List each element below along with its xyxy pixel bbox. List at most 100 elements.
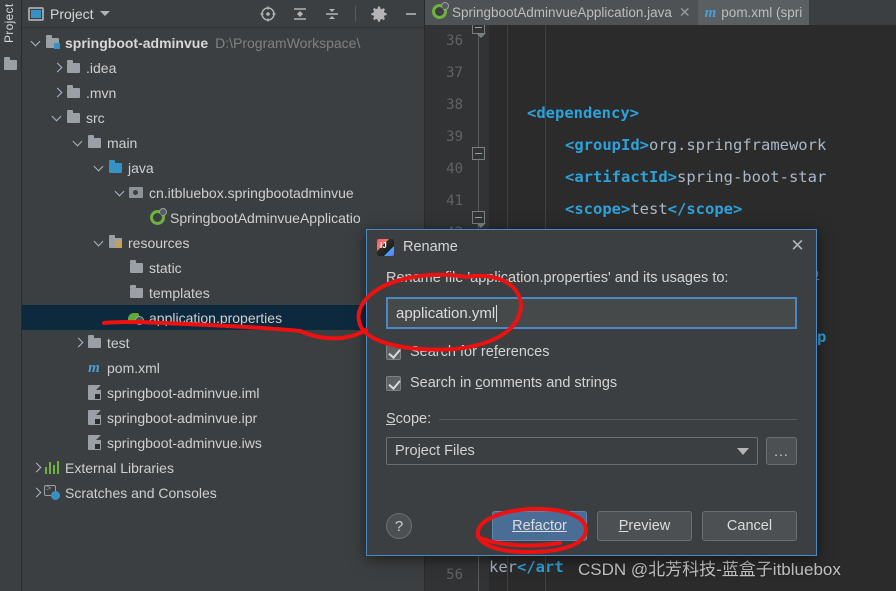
- collapse-all-icon[interactable]: [323, 5, 341, 23]
- chevron-right-icon[interactable]: [30, 461, 44, 475]
- chevron-down-icon[interactable]: [99, 11, 110, 16]
- cancel-button[interactable]: Cancel: [702, 511, 797, 541]
- chevron-right-icon[interactable]: [51, 86, 65, 100]
- tree-node-templates[interactable]: templates: [22, 280, 424, 305]
- checkbox-icon[interactable]: [386, 375, 401, 391]
- rename-prompt: Rename file 'application.properties' and…: [386, 270, 729, 286]
- chevron-down-icon[interactable]: [737, 447, 749, 455]
- libraries-icon: [44, 460, 60, 476]
- minimize-icon[interactable]: [402, 5, 420, 23]
- rename-input[interactable]: application.yml: [386, 297, 797, 329]
- tree-node-mvn[interactable]: .mvn: [22, 80, 424, 105]
- gutter-line-number: 38: [446, 97, 463, 113]
- help-button[interactable]: ?: [386, 513, 412, 539]
- folder-icon: [65, 84, 81, 101]
- chevron-right-icon[interactable]: [72, 336, 86, 350]
- dialog-body: Rename file 'application.properties' and…: [367, 270, 816, 465]
- scope-browse-button[interactable]: ...: [766, 437, 797, 465]
- tree-node-scratches-and-consoles[interactable]: Scratches and Consoles: [22, 480, 424, 505]
- project-tree[interactable]: springboot-adminvue D:\ProgramWorkspace\.…: [22, 28, 424, 591]
- dialog-title: Rename: [403, 239, 458, 255]
- tree-node-src[interactable]: src: [22, 105, 424, 130]
- project-panel-toolbar: [259, 0, 420, 28]
- tree-node-springboot-adminvue-ipr[interactable]: springboot-adminvue.ipr: [22, 405, 424, 430]
- tree-node-main[interactable]: main: [22, 130, 424, 155]
- dialog-footer: ? Refactor Preview Cancel: [386, 511, 797, 541]
- tree-node-label: main: [107, 134, 138, 151]
- tree-node-label: application.properties: [149, 309, 283, 326]
- code-token: <scope>: [565, 200, 631, 218]
- checkbox-search-for-references[interactable]: Search for references: [386, 344, 797, 360]
- checkbox-icon[interactable]: [386, 344, 401, 360]
- tree-node-label: External Libraries: [65, 459, 174, 476]
- code-token: org.springframework: [649, 136, 827, 154]
- checkbox-search-in-comments-and-strings[interactable]: Search in comments and strings: [386, 375, 797, 391]
- tree-node-path: D:\ProgramWorkspace\: [215, 34, 361, 51]
- tree-node-cn-itbluebox-springbootadminvue[interactable]: cn.itbluebox.springbootadminvue: [22, 180, 424, 205]
- tree-node-springboot-adminvue-iml[interactable]: springboot-adminvue.iml: [22, 380, 424, 405]
- folder-icon: [86, 334, 102, 351]
- resources-folder-icon: [107, 234, 123, 251]
- code-token: <artifactId>: [565, 168, 677, 186]
- project-tool-window: Project springboot-adminvue D:\ProgramWo…: [22, 0, 425, 591]
- editor-tab-springboot-adminvue-application[interactable]: SpringbootAdminvueApplication.java ✕: [425, 0, 698, 25]
- tree-node-java[interactable]: java: [22, 155, 424, 180]
- tree-node-label: .mvn: [86, 84, 117, 101]
- fold-marker[interactable]: [472, 147, 485, 160]
- tree-node-resources[interactable]: resources: [22, 230, 424, 255]
- expand-all-icon[interactable]: [291, 5, 309, 23]
- tree-node-test[interactable]: test: [22, 330, 424, 355]
- locate-icon[interactable]: [259, 5, 277, 23]
- code-line: <version>2.3.30</version>: [489, 583, 896, 591]
- fold-marker[interactable]: [472, 25, 486, 38]
- intellij-idea-icon: [377, 238, 394, 256]
- chevron-right-icon[interactable]: [30, 486, 44, 500]
- folder-icon[interactable]: [4, 57, 17, 73]
- close-icon[interactable]: ✕: [789, 237, 806, 255]
- tool-window-button-project[interactable]: Project: [2, 4, 20, 56]
- tree-node-pom-xml[interactable]: m pom.xml: [22, 355, 424, 380]
- gear-icon[interactable]: [370, 5, 388, 23]
- spring-class-icon: [149, 208, 167, 226]
- tree-node-external-libraries[interactable]: External Libraries: [22, 455, 424, 480]
- rename-dialog[interactable]: Rename ✕ Rename file 'application.proper…: [366, 229, 817, 556]
- editor-tab-label: SpringbootAdminvueApplication.java: [452, 5, 672, 20]
- chevron-down-icon[interactable]: [93, 236, 107, 250]
- gutter-line-number: 41: [446, 193, 463, 209]
- tree-node-springbootadminvueapplicatio[interactable]: SpringbootAdminvueApplicatio: [22, 205, 424, 230]
- chevron-down-icon[interactable]: [72, 136, 86, 150]
- chevron-down-icon[interactable]: [51, 111, 65, 125]
- editor-tab-pom-xml[interactable]: m pom.xml (spri: [697, 0, 810, 25]
- tree-node-label: SpringbootAdminvueApplicatio: [170, 209, 361, 226]
- tree-node-label: templates: [149, 284, 210, 301]
- refactor-button[interactable]: Refactor: [492, 511, 587, 541]
- chevron-right-icon[interactable]: [51, 61, 65, 75]
- code-token: <dependency>: [527, 104, 639, 122]
- tree-node-application-properties[interactable]: application.properties: [22, 305, 424, 330]
- tree-node-label: resources: [128, 234, 190, 251]
- chevron-down-icon[interactable]: [114, 186, 128, 200]
- chevron-down-icon[interactable]: [30, 36, 44, 50]
- tree-node-idea[interactable]: .idea: [22, 55, 424, 80]
- tree-node-springboot-adminvue-iws[interactable]: springboot-adminvue.iws: [22, 430, 424, 455]
- scope-select[interactable]: Project Files: [386, 437, 758, 465]
- tree-node-label: cn.itbluebox.springbootadminvue: [149, 184, 354, 201]
- scratches-icon: [44, 483, 60, 501]
- scope-label: Scope:: [386, 411, 432, 427]
- project-panel-header: Project: [22, 0, 424, 28]
- fold-marker[interactable]: [472, 211, 486, 228]
- ide-window: Project Project springboot-adminvue D:\P…: [0, 0, 896, 591]
- code-line: <dependency>: [489, 97, 896, 129]
- tree-node-label: springboot-adminvue.ipr: [107, 409, 258, 426]
- close-icon[interactable]: ✕: [679, 4, 691, 21]
- iml-file-icon: [86, 435, 102, 451]
- tree-node-springboot-adminvue[interactable]: springboot-adminvue D:\ProgramWorkspace\: [22, 30, 424, 55]
- tree-node-static[interactable]: static: [22, 255, 424, 280]
- gutter-line-number: 37: [446, 65, 463, 81]
- chevron-down-icon[interactable]: [93, 161, 107, 175]
- code-token: <groupId>: [565, 136, 649, 154]
- preview-button[interactable]: Preview: [597, 511, 692, 541]
